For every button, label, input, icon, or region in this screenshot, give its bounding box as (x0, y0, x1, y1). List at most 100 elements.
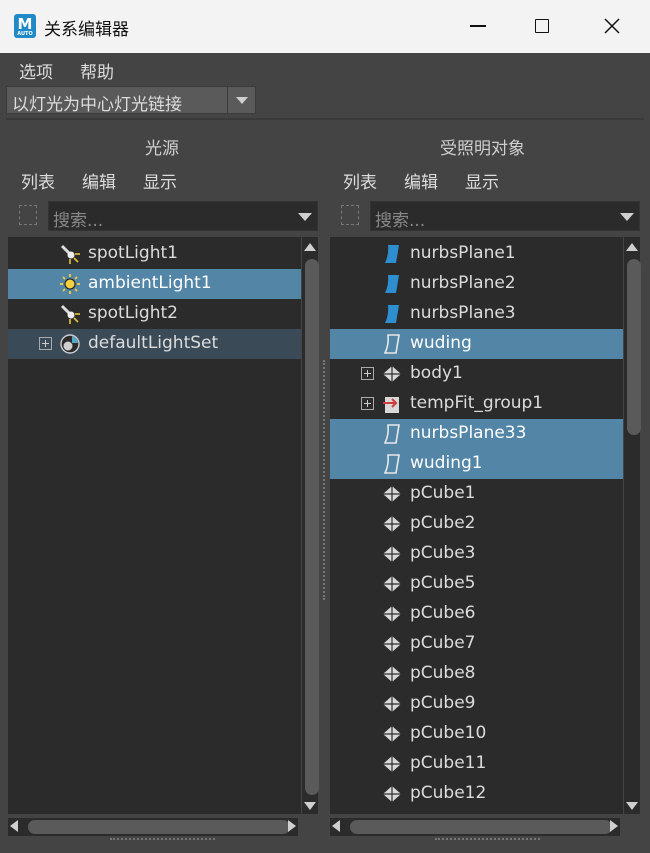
list-item[interactable]: tempFit_group1 (330, 389, 623, 419)
maximize-button[interactable] (522, 10, 562, 42)
list-item-label: nurbsPlane2 (410, 273, 516, 293)
close-button[interactable] (592, 10, 632, 42)
list-item-label: pCube11 (410, 753, 487, 773)
scroll-left-icon[interactable] (332, 820, 340, 832)
mesh-icon (381, 723, 403, 745)
right-search-input[interactable]: 搜索... (370, 201, 640, 231)
expand-icon[interactable] (361, 397, 374, 410)
list-item[interactable]: ambientLight1 (8, 269, 301, 299)
list-item-label: wuding (410, 333, 472, 353)
nurbs-plane-outline-icon (381, 333, 403, 355)
list-item-label: pCube3 (410, 543, 476, 563)
chevron-down-icon[interactable] (298, 213, 312, 221)
list-item[interactable]: pCube9 (330, 689, 623, 719)
list-item-label: body1 (410, 363, 463, 383)
scroll-up-icon[interactable] (626, 243, 638, 251)
list-item[interactable]: nurbsPlane3 (330, 299, 623, 329)
list-item[interactable]: spotLight1 (8, 239, 301, 269)
left-vertical-scrollbar[interactable] (302, 237, 319, 814)
maya-app-icon[interactable]: M AUTO (14, 14, 36, 38)
scroll-up-icon[interactable] (304, 243, 316, 251)
close-icon (604, 18, 620, 34)
mesh-icon (381, 513, 403, 535)
menu-options[interactable]: 选项 (19, 58, 53, 83)
list-item-label: spotLight2 (88, 303, 178, 323)
list-item[interactable]: pCube5 (330, 569, 623, 599)
list-item-label: ambientLight1 (88, 273, 212, 293)
list-item[interactable]: nurbsPlane2 (330, 269, 623, 299)
list-item[interactable]: defaultLightSet (8, 329, 301, 359)
scroll-right-icon[interactable] (610, 820, 618, 832)
left-panel-header: 光源 (145, 139, 179, 159)
scroll-thumb[interactable] (350, 820, 612, 834)
scroll-down-icon[interactable] (304, 802, 316, 810)
left-menu-list[interactable]: 列表 (21, 168, 55, 193)
list-item-label: pCube1 (410, 483, 476, 503)
minimize-button[interactable] (458, 10, 498, 42)
ambientlight-icon (59, 273, 81, 295)
scroll-left-icon[interactable] (10, 820, 18, 832)
list-item[interactable]: pCube12 (330, 779, 623, 809)
maximize-icon (535, 19, 549, 33)
mesh-icon (381, 633, 403, 655)
list-item[interactable]: nurbsPlane33 (330, 419, 623, 449)
list-item[interactable]: pCube1 (330, 479, 623, 509)
resize-grip[interactable] (110, 838, 215, 842)
left-menu-edit[interactable]: 编辑 (82, 168, 116, 193)
list-item-label: tempFit_group1 (410, 393, 544, 413)
right-vertical-scrollbar[interactable] (624, 237, 641, 814)
list-item[interactable]: pCube3 (330, 539, 623, 569)
right-object-list[interactable]: nurbsPlane1 nurbsPlane2 nurbsPlane3 wuding b… (330, 237, 623, 814)
list-item-label: nurbsPlane1 (410, 243, 516, 263)
mesh-icon (381, 783, 403, 805)
title-bar: M AUTO 关系编辑器 (0, 0, 650, 53)
scroll-right-icon[interactable] (288, 820, 296, 832)
left-horizontal-scrollbar[interactable] (8, 818, 298, 836)
list-item[interactable]: body1 (330, 359, 623, 389)
nurbs-plane-icon (381, 303, 403, 325)
spotlight-icon (59, 243, 81, 265)
resize-grip[interactable] (435, 838, 540, 842)
scroll-down-icon[interactable] (626, 802, 638, 810)
left-menu-show[interactable]: 显示 (143, 168, 177, 193)
chevron-down-icon[interactable] (227, 87, 255, 113)
scroll-thumb[interactable] (305, 259, 319, 795)
list-item-label: pCube10 (410, 723, 487, 743)
list-item[interactable]: pCube7 (330, 629, 623, 659)
list-item[interactable]: pCube6 (330, 599, 623, 629)
separator (6, 118, 644, 120)
pane-divider-handle[interactable] (323, 360, 326, 600)
list-item[interactable]: pCube8 (330, 659, 623, 689)
group-icon (381, 393, 403, 415)
list-item-label: pCube8 (410, 663, 476, 683)
menu-help[interactable]: 帮助 (80, 58, 114, 83)
filter-icon[interactable] (341, 205, 359, 225)
left-search-placeholder: 搜索... (53, 211, 104, 231)
mode-dropdown-value: 以灯光为中心灯光链接 (12, 95, 182, 115)
list-item[interactable]: pCube2 (330, 509, 623, 539)
left-light-list[interactable]: spotLight1 ambientLight1 spotLight2 default… (8, 237, 301, 814)
mode-dropdown[interactable]: 以灯光为中心灯光链接 (6, 86, 256, 115)
list-item[interactable]: pCube11 (330, 749, 623, 779)
list-item[interactable]: spotLight2 (8, 299, 301, 329)
list-item[interactable]: wuding (330, 329, 623, 359)
filter-icon[interactable] (19, 205, 37, 225)
right-menu-show[interactable]: 显示 (465, 168, 499, 193)
list-item[interactable]: nurbsPlane1 (330, 239, 623, 269)
scroll-thumb[interactable] (627, 259, 641, 435)
right-panel-header: 受照明对象 (440, 139, 525, 159)
list-item[interactable]: pCube10 (330, 719, 623, 749)
list-item[interactable]: wuding1 (330, 449, 623, 479)
right-horizontal-scrollbar[interactable] (330, 818, 620, 836)
right-menu-edit[interactable]: 编辑 (404, 168, 438, 193)
list-item-label: pCube9 (410, 693, 476, 713)
expand-icon[interactable] (39, 337, 52, 350)
scroll-thumb[interactable] (28, 820, 290, 834)
left-search-input[interactable]: 搜索... (48, 201, 318, 231)
chevron-down-icon[interactable] (620, 213, 634, 221)
right-menu-list[interactable]: 列表 (343, 168, 377, 193)
expand-icon[interactable] (361, 367, 374, 380)
spotlight-icon (59, 303, 81, 325)
list-item-label: nurbsPlane3 (410, 303, 516, 323)
mesh-icon (381, 573, 403, 595)
